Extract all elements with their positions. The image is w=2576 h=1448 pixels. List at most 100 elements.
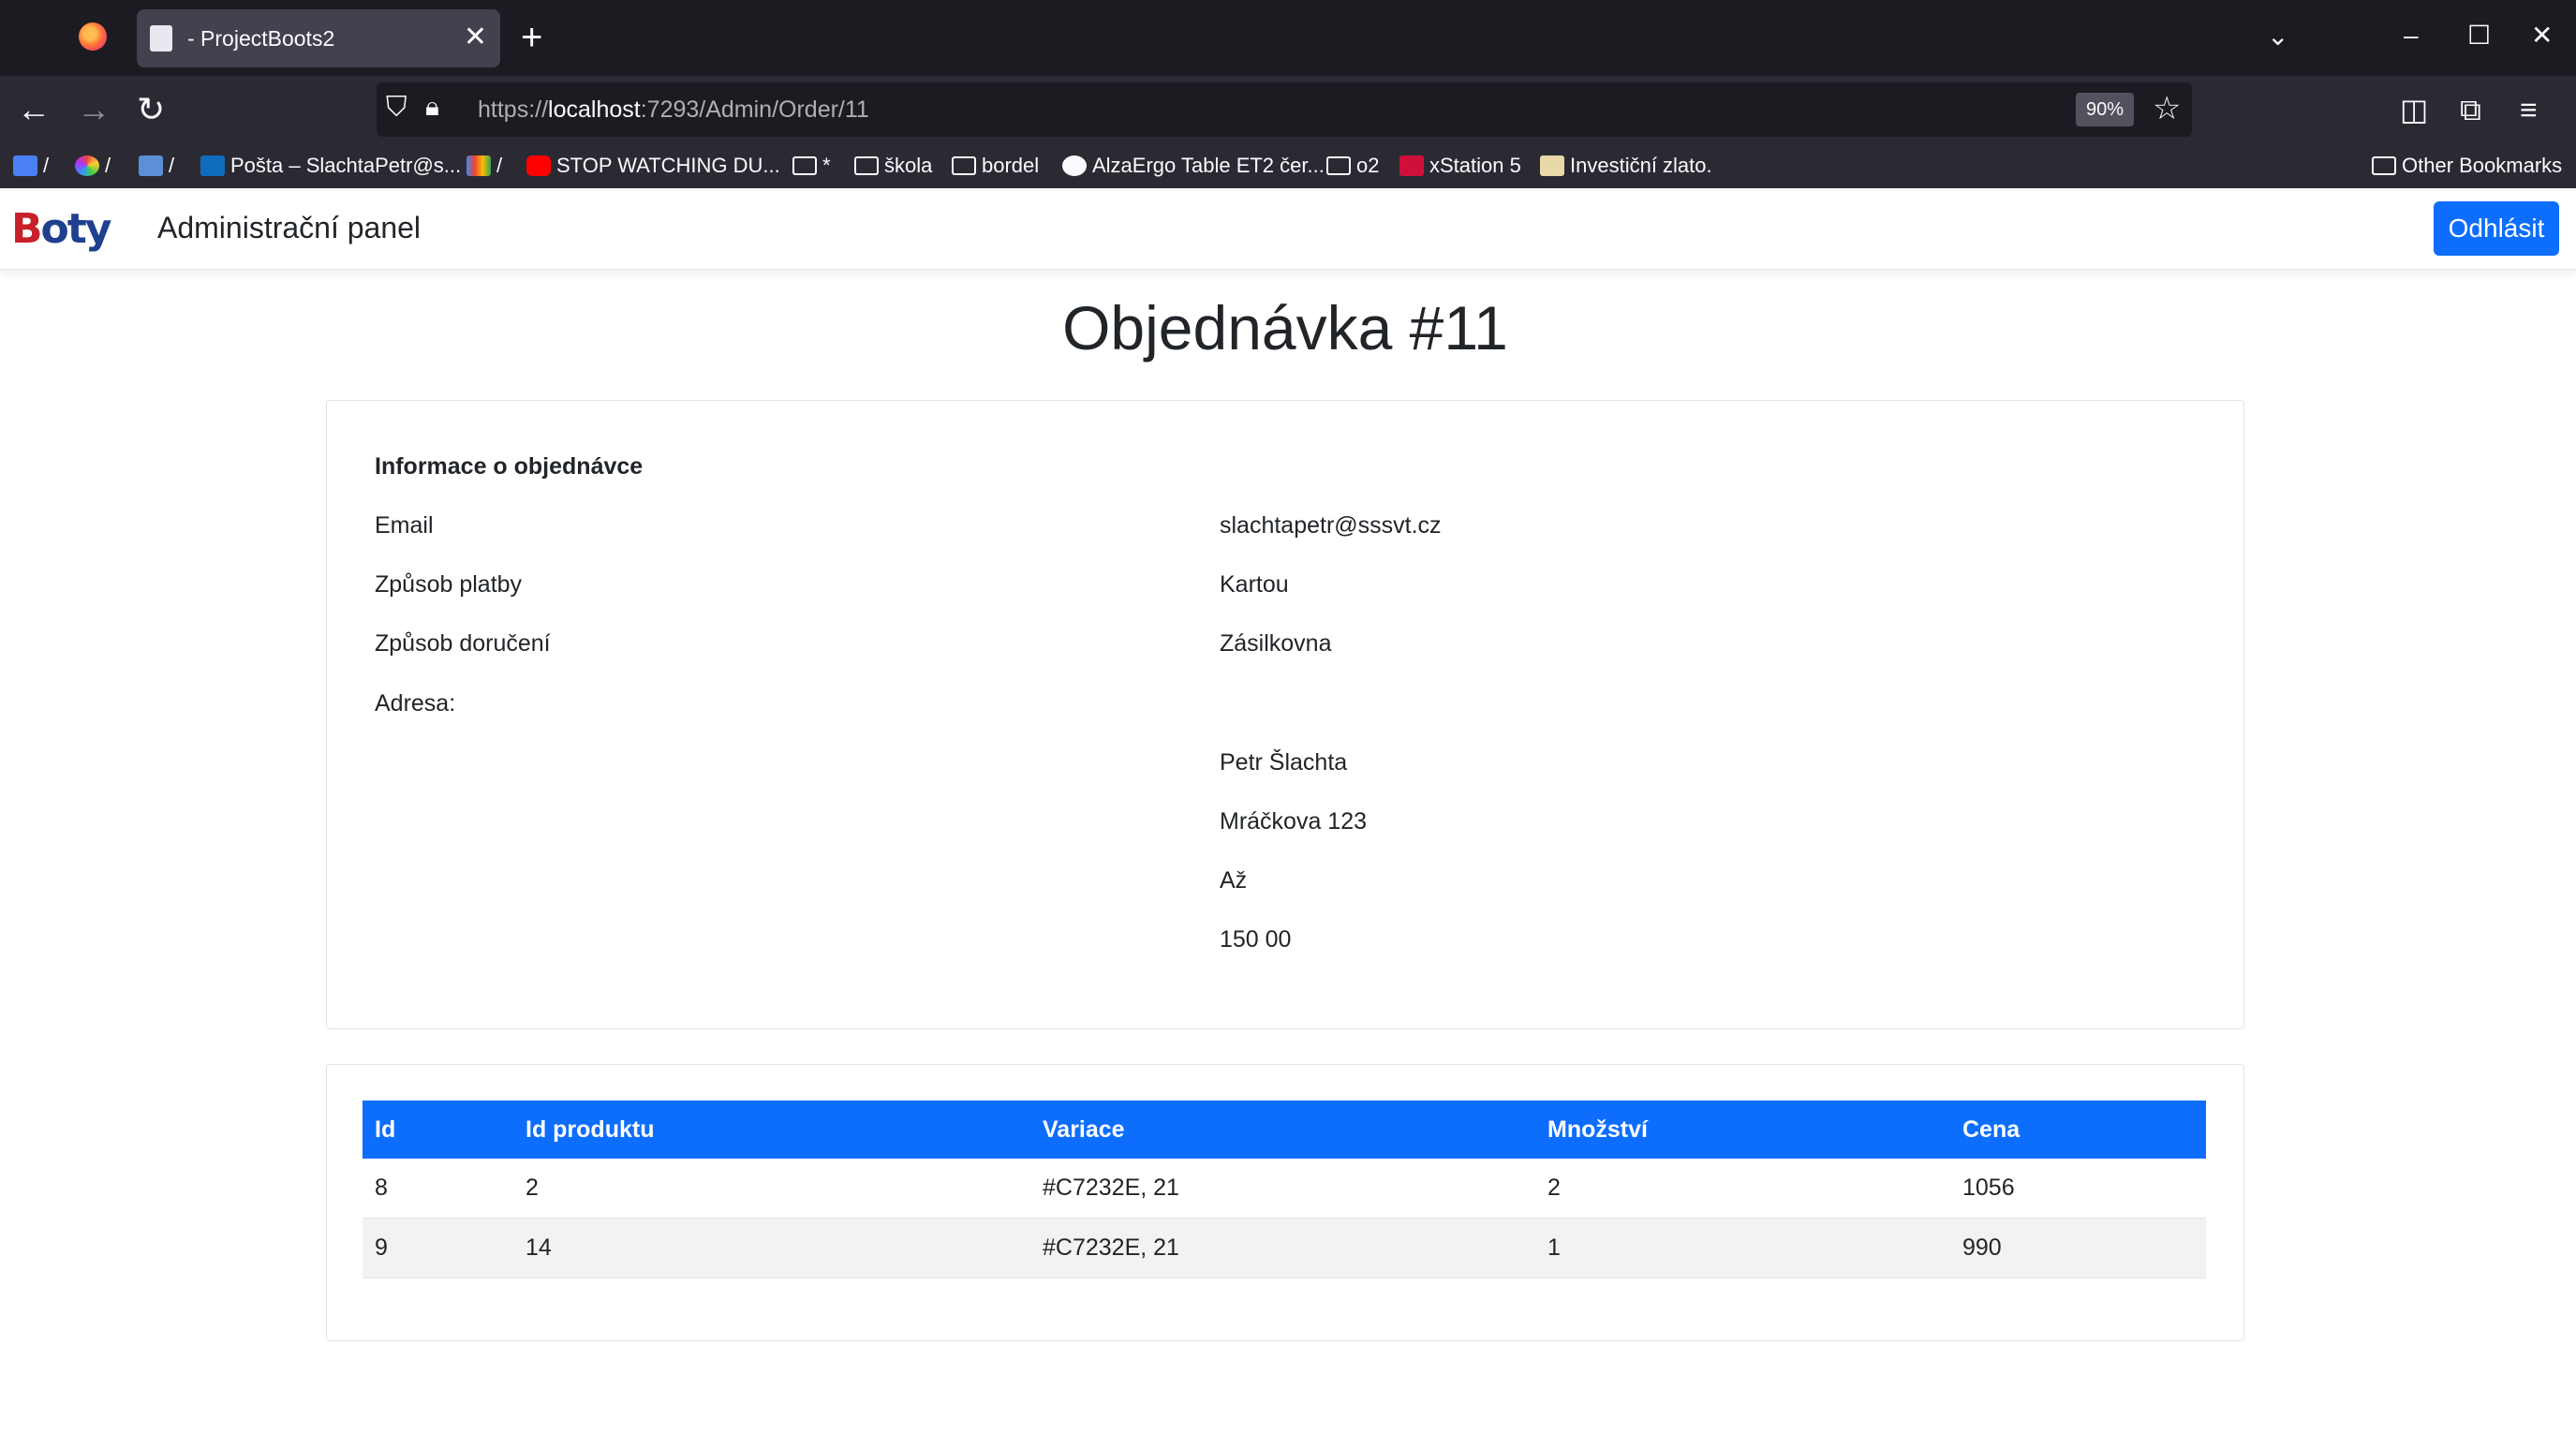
bookmark-label: škola — [884, 154, 933, 177]
cell-price: 990 — [1950, 1218, 2206, 1278]
payment-value: Kartou — [1220, 571, 1289, 598]
bookmark-label: / — [169, 154, 175, 177]
extensions-icon[interactable]: ⧉ — [2460, 91, 2481, 128]
bookmark-label: Other Bookmarks — [2402, 154, 2563, 177]
browser-tab-bar: - ProjectBoots2 ✕ + ⌄ – ☐ ✕ — [0, 0, 2576, 76]
pocket-icon[interactable]: ◫ — [2400, 91, 2428, 128]
vs-icon — [139, 155, 163, 176]
cell-quantity: 2 — [1535, 1159, 1950, 1219]
lock-icon[interactable]: 🔒︎ — [425, 92, 439, 123]
folder-icon — [854, 156, 879, 175]
folder-icon — [792, 156, 817, 175]
bookmark-item[interactable]: / — [13, 153, 49, 179]
bookmark-folder[interactable]: * — [792, 153, 831, 179]
bookmark-label: / — [43, 154, 50, 177]
bookmark-folder[interactable]: škola — [854, 153, 932, 179]
email-label: Email — [375, 512, 434, 539]
email-value: slachtapetr@sssvt.cz — [1220, 512, 1442, 539]
payment-label: Způsob platby — [375, 571, 523, 598]
maximize-icon[interactable]: ☐ — [2467, 17, 2491, 54]
chevron-down-icon[interactable]: ⌄ — [2267, 21, 2288, 52]
logout-button[interactable]: Odhlásit — [2434, 201, 2559, 256]
admin-navbar: Boty Administrační panel Odhlásit — [0, 188, 2576, 270]
admin-panel-title[interactable]: Administrační panel — [157, 211, 421, 245]
gmail-icon — [466, 155, 491, 176]
zoom-badge[interactable]: 90% — [2076, 93, 2134, 126]
boty-logo[interactable]: Boty — [11, 207, 111, 252]
delivery-label: Způsob doručení — [375, 630, 551, 657]
column-header: Cena — [1950, 1101, 2206, 1159]
cell-variation: #C7232E, 21 — [1030, 1218, 1535, 1278]
order-info-card: Informace o objednávce Email slachtapetr… — [326, 400, 2244, 1029]
xtb-icon — [1399, 155, 1424, 176]
translate-icon — [13, 155, 37, 176]
outlook-icon — [200, 155, 225, 176]
cell-id: 9 — [363, 1218, 513, 1278]
browser-toolbar: ← → ↻ ⛉ 🔒︎ https://localhost:7293/Admin/… — [0, 76, 2576, 143]
order-items-table: Id Id produktu Variace Množství Cena 8 2… — [363, 1101, 2206, 1278]
other-bookmarks[interactable]: Other Bookmarks — [2372, 153, 2562, 179]
table-row: 9 14 #C7232E, 21 1 990 — [363, 1218, 2206, 1278]
youtube-icon — [526, 155, 551, 176]
address-name: Petr Šlachta — [1220, 749, 1348, 776]
cell-price: 1056 — [1950, 1159, 2206, 1219]
tab-title: - ProjectBoots2 — [187, 26, 335, 51]
order-items-card: Id Id produktu Variace Množství Cena 8 2… — [326, 1064, 2244, 1341]
reload-icon[interactable]: ↻ — [137, 89, 165, 130]
bookmark-item[interactable]: Investiční zlato. — [1540, 153, 1712, 179]
table-header-row: Id Id produktu Variace Množství Cena — [363, 1101, 2206, 1159]
page-icon — [150, 25, 172, 52]
menu-icon[interactable]: ≡ — [2520, 91, 2538, 128]
folder-icon — [952, 156, 976, 175]
address-zip: 150 00 — [1220, 926, 1292, 953]
bookmark-label: / — [105, 154, 111, 177]
page-title: Objednávka #11 — [1062, 293, 1508, 362]
folder-icon — [2372, 156, 2396, 175]
order-info-heading: Informace o objednávce — [375, 453, 644, 480]
column-header: Id produktu — [513, 1101, 1030, 1159]
bookmark-label: bordel — [982, 154, 1040, 177]
forward-icon[interactable]: → — [77, 89, 111, 130]
url-text[interactable]: https://localhost:7293/Admin/Order/11 — [478, 96, 869, 124]
bookmark-folder[interactable]: bordel — [952, 153, 1039, 179]
bookmark-label: Investiční zlato. — [1570, 154, 1712, 177]
bookmark-item[interactable]: Pošta – SlachtaPetr@s... — [200, 153, 461, 179]
table-row: 8 2 #C7232E, 21 2 1056 — [363, 1159, 2206, 1219]
url-bar[interactable]: ⛉ 🔒︎ https://localhost:7293/Admin/Order/… — [377, 82, 2192, 137]
bookmarks-bar: / / / Pošta – SlachtaPetr@s... / STOP WA… — [0, 143, 2576, 188]
shield-icon[interactable]: ⛉ — [386, 92, 407, 124]
new-tab-icon[interactable]: + — [521, 17, 542, 58]
bookmark-item[interactable]: STOP WATCHING DU... — [526, 153, 780, 179]
bookmark-label: Pošta – SlachtaPetr@s... — [230, 154, 462, 177]
color-wheel-icon — [75, 155, 99, 176]
bookmark-item[interactable]: xStation 5 — [1399, 153, 1521, 179]
back-icon[interactable]: ← — [17, 89, 51, 130]
bookmark-item[interactable]: / — [75, 153, 111, 179]
address-street: Mráčkova 123 — [1220, 808, 1368, 835]
bookmark-item[interactable]: / — [466, 153, 502, 179]
column-header: Množství — [1535, 1101, 1950, 1159]
cell-quantity: 1 — [1535, 1218, 1950, 1278]
address-label: Adresa: — [375, 690, 456, 717]
bookmark-label: * — [822, 154, 831, 177]
folder-icon — [1326, 156, 1351, 175]
bookmark-label: o2 — [1356, 154, 1380, 177]
firefox-icon[interactable] — [79, 22, 107, 51]
minimize-icon[interactable]: – — [2404, 17, 2419, 54]
bookmark-item[interactable]: AlzaErgo Table ET2 čer... — [1062, 153, 1325, 179]
bookmark-item[interactable]: / — [139, 153, 174, 179]
column-header: Variace — [1030, 1101, 1535, 1159]
bookmark-label: xStation 5 — [1429, 154, 1521, 177]
bookmark-label: STOP WATCHING DU... — [556, 154, 780, 177]
bookmark-star-icon[interactable]: ☆ — [2153, 90, 2181, 127]
cell-variation: #C7232E, 21 — [1030, 1159, 1535, 1219]
bookmark-folder[interactable]: o2 — [1326, 153, 1379, 179]
bookmark-label: / — [496, 154, 503, 177]
cell-product-id: 14 — [513, 1218, 1030, 1278]
address-city: Až — [1220, 867, 1248, 894]
column-header: Id — [363, 1101, 513, 1159]
browser-tab[interactable]: - ProjectBoots2 ✕ — [137, 9, 500, 67]
bookmark-label: AlzaErgo Table ET2 čer... — [1092, 154, 1325, 177]
close-window-icon[interactable]: ✕ — [2531, 17, 2553, 54]
close-tab-icon[interactable]: ✕ — [464, 21, 487, 54]
